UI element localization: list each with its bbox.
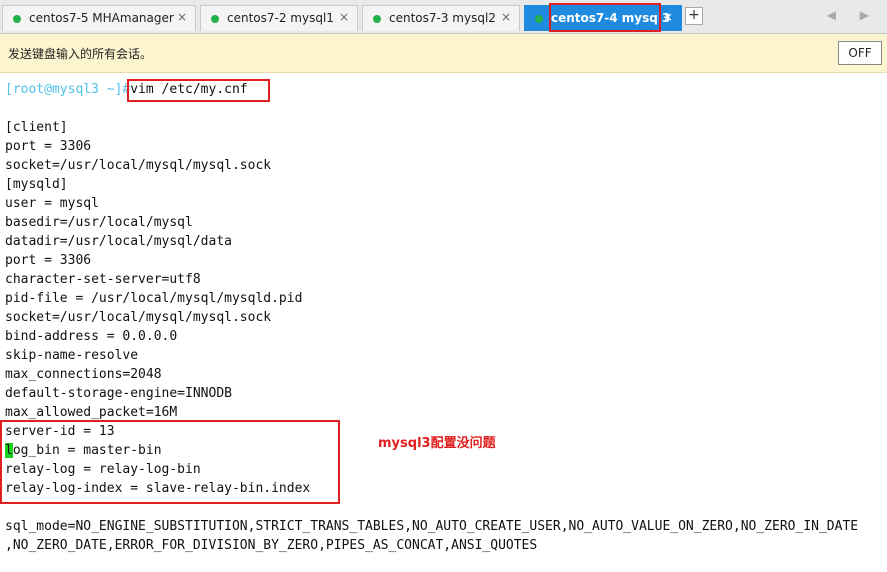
config-line: character-set-server=utf8 [5,272,201,287]
config-line: skip-name-resolve [5,348,139,363]
broadcast-notice-bar: 发送键盘输入的所有会话。 OFF [0,34,887,73]
off-button[interactable]: OFF [838,41,882,65]
notice-message: 发送键盘输入的所有会话。 [8,47,153,61]
config-line: port = 3306 [5,139,92,154]
config-line: max_connections=2048 [5,367,162,382]
highlight-box-replication-config [0,420,340,504]
tab-label: centos7-5 MHAmanager [29,11,174,25]
add-tab-button[interactable]: + [685,7,703,25]
tab-centos7-3[interactable]: centos7-3 mysql2 × [362,5,520,31]
terminal-area[interactable]: [root@mysql3 ~]#vim /etc/my.cnf [client]… [0,74,887,572]
close-icon[interactable]: × [501,10,511,24]
config-line: socket=/usr/local/mysql/mysql.sock [5,158,272,173]
config-line: pid-file = /usr/local/mysql/mysqld.pid [5,291,303,306]
shell-prompt: [root@mysql3 ~]# [5,82,131,97]
tab-bar: centos7-5 MHAmanager × centos7-2 mysql1 … [0,0,887,34]
tab-scroll-arrows-icon[interactable]: ◀ ▶ [827,8,879,22]
config-line: [client] [5,120,68,135]
status-dot-icon [373,15,381,23]
tab-label: centos7-3 mysql2 [389,11,496,25]
status-dot-icon [535,15,543,23]
status-dot-icon [13,15,21,23]
sql-mode-line: sql_mode=NO_ENGINE_SUBSTITUTION,STRICT_T… [5,519,859,534]
sql-mode-line: ,NO_ZERO_DATE,ERROR_FOR_DIVISION_BY_ZERO… [5,538,538,553]
close-icon[interactable]: × [663,10,673,24]
tab-centos7-2[interactable]: centos7-2 mysql1 × [200,5,358,31]
config-line: datadir=/usr/local/mysql/data [5,234,232,249]
config-line: [mysqld] [5,177,68,192]
config-line: port = 3306 [5,253,92,268]
close-icon[interactable]: × [339,10,349,24]
tab-centos7-5[interactable]: centos7-5 MHAmanager × [2,5,196,31]
status-dot-icon [211,15,219,23]
config-line: basedir=/usr/local/mysql [5,215,193,230]
config-line: bind-address = 0.0.0.0 [5,329,178,344]
highlight-box-tab [549,3,661,32]
close-icon[interactable]: × [177,10,187,24]
annotation-label: mysql3配置没问题 [378,436,496,451]
highlight-box-command [127,79,270,102]
config-line: socket=/usr/local/mysql/mysql.sock [5,310,272,325]
config-line: user = mysql [5,196,99,211]
config-line: default-storage-engine=INNODB [5,386,232,401]
tab-label: centos7-2 mysql1 [227,11,334,25]
